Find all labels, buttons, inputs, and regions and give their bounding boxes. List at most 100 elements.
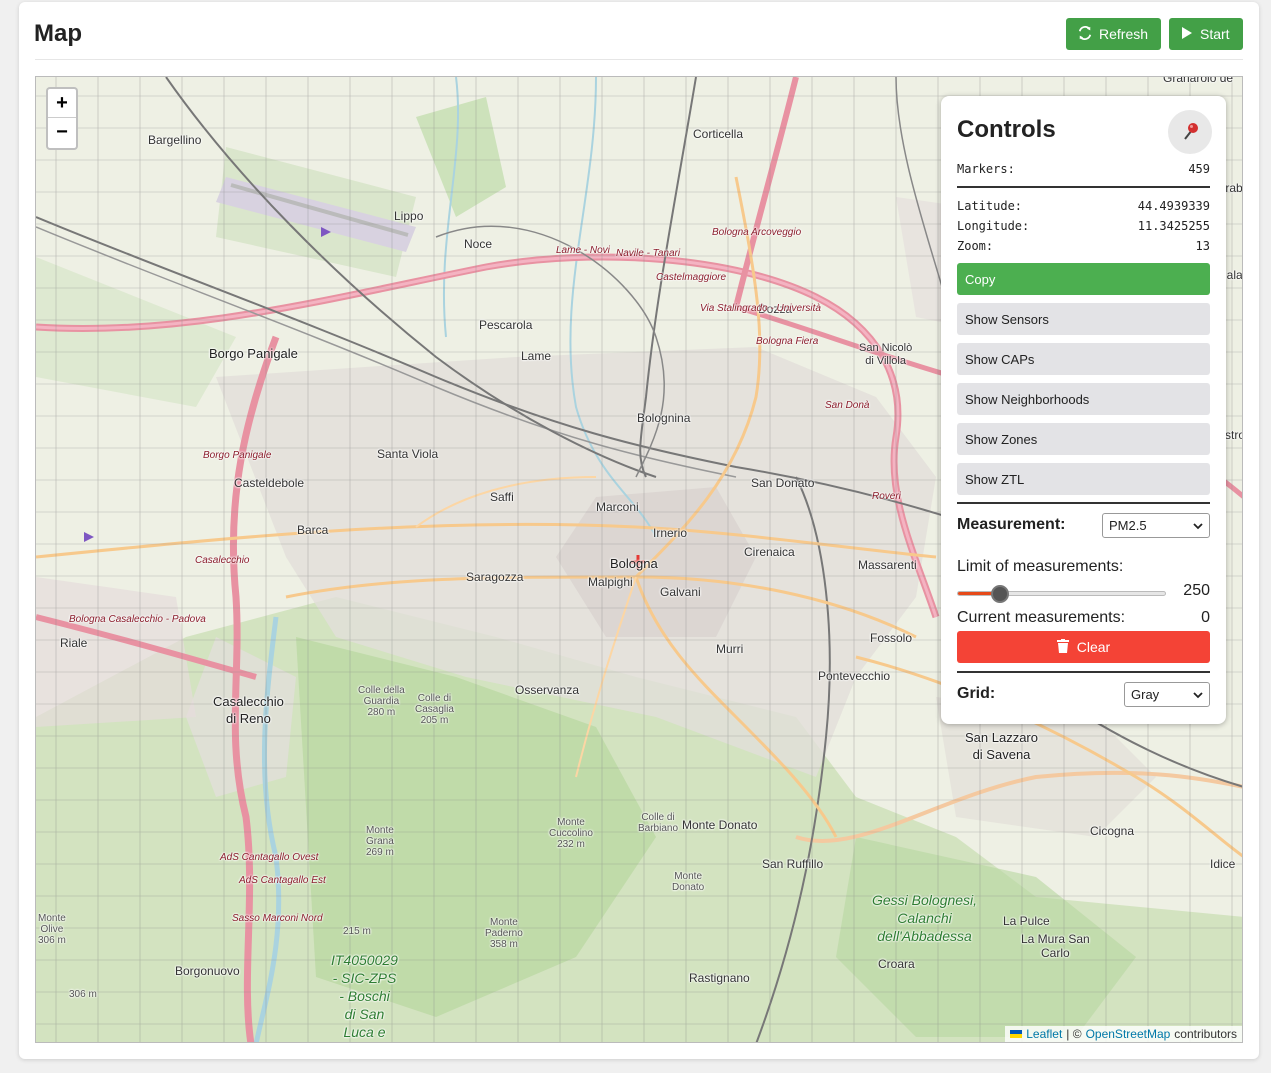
clear-button[interactable]: Clear bbox=[957, 631, 1210, 663]
place-label: Castelmaggiore bbox=[656, 272, 727, 283]
place-label: Marconi bbox=[596, 500, 639, 514]
show-zones-button[interactable]: Show Zones bbox=[957, 423, 1210, 455]
place-label: Colle di Casaglia 205 m bbox=[415, 693, 454, 726]
place-label: 215 m bbox=[343, 926, 371, 937]
place-label: Monte Donato bbox=[672, 871, 705, 893]
divider bbox=[957, 186, 1210, 188]
place-label: Via Stalingrado - Università bbox=[700, 303, 821, 314]
controls-title: Controls bbox=[957, 116, 1056, 143]
place-label: Borgo Panigale bbox=[203, 450, 272, 461]
place-label: Monte Donato bbox=[682, 818, 758, 832]
place-label: Croara bbox=[878, 957, 915, 971]
place-label: Malpighi bbox=[588, 575, 633, 589]
zoom-label: Zoom: bbox=[957, 239, 994, 253]
place-label: Osservanza bbox=[515, 683, 580, 697]
place-label: Saragozza bbox=[466, 570, 524, 584]
place-label: San Donà bbox=[825, 400, 870, 411]
place-label: Santa Viola bbox=[377, 447, 439, 461]
chevron-down-icon bbox=[1193, 518, 1203, 533]
markers-value: 459 bbox=[1188, 162, 1210, 176]
place-label: La Pulce bbox=[1003, 914, 1050, 928]
markers-label: Markers: bbox=[957, 162, 1015, 176]
place-label: IT4050029 - SIC-ZPS - Boschi di San Luca… bbox=[331, 952, 398, 1040]
place-label: San Lazzaro di Savena bbox=[965, 730, 1038, 762]
place-label: Sasso Marconi Nord bbox=[232, 913, 323, 924]
place-label: Pescarola bbox=[479, 318, 533, 332]
refresh-button[interactable]: Refresh bbox=[1066, 18, 1161, 50]
pin-button[interactable] bbox=[1168, 110, 1212, 154]
measurement-select[interactable]: PM2.5 bbox=[1102, 513, 1210, 538]
place-label: Bologna Casalecchio - Padova bbox=[69, 614, 206, 625]
place-label: Colle della Guardia 280 m bbox=[358, 685, 405, 718]
place-label: Bologna Arcoveggio bbox=[712, 227, 802, 238]
place-label: Casalecchio bbox=[195, 555, 250, 566]
place-label: Monte Grana 269 m bbox=[366, 825, 394, 858]
zoom-row: Zoom: 13 bbox=[957, 239, 1210, 253]
place-label: Massarenti bbox=[858, 558, 917, 572]
place-label: Pontevecchio bbox=[818, 669, 891, 683]
place-label: Colle di Barbiano bbox=[638, 812, 679, 834]
header-divider bbox=[35, 59, 1243, 60]
measurement-label: Measurement: bbox=[957, 516, 1066, 533]
place-label: Navile - Tanari bbox=[616, 248, 681, 259]
limit-slider[interactable] bbox=[957, 585, 1166, 603]
place-label: Bologna bbox=[610, 556, 658, 571]
measurement-value: PM2.5 bbox=[1109, 518, 1147, 533]
longitude-value: 11.3425255 bbox=[1137, 219, 1210, 233]
place-label: AdS Cantagallo Est bbox=[239, 875, 326, 886]
place-label: Noce bbox=[464, 237, 493, 251]
slider-thumb[interactable] bbox=[991, 585, 1009, 603]
place-label: Murri bbox=[716, 642, 744, 656]
zoom-out-button[interactable]: − bbox=[48, 118, 76, 147]
markers-row: Markers: 459 bbox=[957, 162, 1210, 176]
place-label: Lame bbox=[521, 349, 552, 363]
zoom-value: 13 bbox=[1195, 239, 1210, 253]
place-label: San Ruffillo bbox=[762, 857, 824, 871]
controls-panel: Controls Markers: 459 Latitude: 44.49393… bbox=[941, 96, 1226, 724]
show-neighborhoods-button[interactable]: Show Neighborhoods bbox=[957, 383, 1210, 415]
place-label: Gessi Bolognesi, Calanchi dell'Abbadessa bbox=[872, 892, 978, 944]
place-label: Bologna Fiera bbox=[756, 336, 819, 347]
chevron-down-icon bbox=[1193, 687, 1203, 702]
limit-value: 250 bbox=[1183, 582, 1210, 599]
place-label: Riale bbox=[60, 636, 88, 650]
start-button[interactable]: Start bbox=[1169, 18, 1243, 50]
map-attribution: Leaflet | © OpenStreetMap contributors bbox=[1005, 1026, 1242, 1042]
place-label: AdS Cantagallo Ovest bbox=[220, 852, 319, 863]
place-label: Cirenaica bbox=[744, 545, 795, 559]
divider bbox=[957, 502, 1210, 504]
place-label: Rastignano bbox=[689, 971, 750, 985]
place-label: Idice bbox=[1210, 857, 1236, 871]
limit-label: Limit of measurements: bbox=[957, 558, 1124, 575]
longitude-row: Longitude: 11.3425255 bbox=[957, 219, 1210, 233]
place-label: San Donato bbox=[751, 476, 815, 490]
osm-link[interactable]: OpenStreetMap bbox=[1086, 1027, 1171, 1041]
grid-select[interactable]: Gray bbox=[1124, 682, 1210, 707]
place-label: La Mura San Carlo bbox=[1021, 932, 1090, 960]
show-caps-button[interactable]: Show CAPs bbox=[957, 343, 1210, 375]
place-label: Lame - Novi bbox=[556, 245, 610, 256]
play-icon bbox=[1181, 26, 1193, 43]
place-label: Monte Cuccolino 232 m bbox=[549, 817, 593, 850]
leaflet-link[interactable]: Leaflet bbox=[1026, 1027, 1062, 1041]
place-label: Bolognina bbox=[637, 411, 691, 425]
place-label: Bargellino bbox=[148, 133, 202, 147]
zoom-in-button[interactable]: + bbox=[48, 89, 76, 118]
clear-label: Clear bbox=[1076, 639, 1111, 655]
place-label: Casteldebole bbox=[234, 476, 305, 490]
current-measurements-value: 0 bbox=[1201, 609, 1210, 626]
attribution-separator: | © bbox=[1066, 1027, 1082, 1041]
copy-button[interactable]: Copy bbox=[957, 263, 1210, 295]
show-sensors-button[interactable]: Show Sensors bbox=[957, 303, 1210, 335]
show-ztl-button[interactable]: Show ZTL bbox=[957, 463, 1210, 495]
place-label: Monte Paderno 358 m bbox=[485, 917, 523, 950]
latitude-row: Latitude: 44.4939339 bbox=[957, 199, 1210, 213]
current-measurements-label: Current measurements: bbox=[957, 609, 1126, 626]
trash-icon bbox=[1056, 638, 1069, 656]
place-label: Casalecchio di Reno bbox=[213, 694, 284, 726]
place-label: Lippo bbox=[394, 209, 424, 223]
map-card: Map Refresh Start Bargellino Corticella … bbox=[19, 2, 1259, 1059]
place-label: Corticella bbox=[693, 127, 744, 141]
page-title: Map bbox=[34, 20, 82, 47]
place-label: Monte Olive 306 m bbox=[38, 913, 66, 946]
